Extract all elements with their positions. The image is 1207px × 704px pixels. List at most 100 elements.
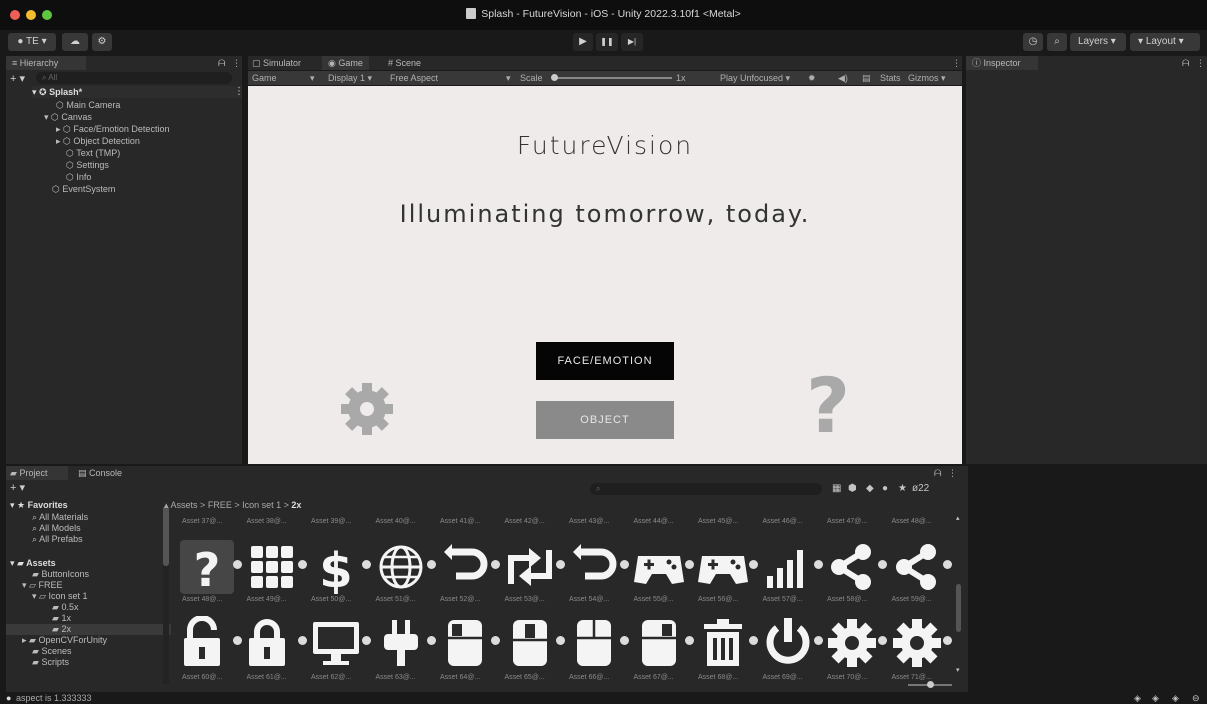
- face-emotion-button[interactable]: FACE/EMOTION: [536, 342, 674, 380]
- favorites-header[interactable]: ▾ ★ Favorites: [10, 500, 68, 511]
- account-dropdown[interactable]: ● TE ▾: [8, 33, 56, 51]
- history-button[interactable]: ◷: [1023, 33, 1043, 51]
- asset-row1-label[interactable]: Asset 50@...: [311, 596, 351, 603]
- share-icon[interactable]: [825, 540, 887, 594]
- asset-expand-arrow-icon[interactable]: [749, 636, 758, 645]
- lock-icon[interactable]: ᗩ: [218, 56, 225, 70]
- asset-row2-label[interactable]: Asset 68@...: [698, 674, 738, 681]
- asset-row0-label[interactable]: Asset 42@...: [505, 518, 545, 525]
- game-view-dropdown-arrow[interactable]: ▾: [310, 71, 315, 85]
- hierarchy-item-face-emotion[interactable]: ▸ ⬡ Face/Emotion Detection: [56, 123, 169, 135]
- asset-row1-label[interactable]: Asset 56@...: [698, 596, 738, 603]
- asset-expand-arrow-icon[interactable]: [620, 560, 629, 569]
- asset-row2-label[interactable]: Asset 69@...: [763, 674, 803, 681]
- folder-scenes[interactable]: ▰ Scenes: [32, 646, 71, 657]
- undo-icon[interactable]: [438, 540, 500, 594]
- object-button[interactable]: OBJECT: [536, 401, 674, 439]
- asset-row1-label[interactable]: Asset 59@...: [892, 596, 932, 603]
- tab-project[interactable]: ▰ Project: [6, 466, 68, 480]
- audio-mute-icon[interactable]: ◀︎): [838, 71, 848, 85]
- scene-splash[interactable]: ▾ ✪ Splash*: [32, 86, 242, 98]
- asset-row2-label[interactable]: Asset 65@...: [505, 674, 545, 681]
- breadcrumb-free[interactable]: FREE: [208, 500, 232, 510]
- network-icon[interactable]: ◈: [1152, 692, 1159, 704]
- project-search-input[interactable]: ⌕: [590, 483, 822, 495]
- auto-generate-lighting-icon[interactable]: ◈: [1134, 692, 1141, 704]
- asset-row0-label[interactable]: Asset 40@...: [376, 518, 416, 525]
- folder-buttonicons[interactable]: ▰ ButtonIcons: [32, 569, 89, 580]
- tab-game[interactable]: ◉ Game: [322, 56, 369, 70]
- asset-row2-label[interactable]: Asset 64@...: [440, 674, 480, 681]
- folder-0-5x[interactable]: ▰ 0.5x: [52, 602, 78, 613]
- hierarchy-item-eventsystem[interactable]: ⬡ EventSystem: [52, 183, 115, 195]
- hierarchy-item-text-tmp[interactable]: ⬡ Text (TMP): [66, 147, 120, 159]
- asset-row1-label[interactable]: Asset 51@...: [376, 596, 416, 603]
- play-mode-dropdown[interactable]: Play Unfocused ▾: [720, 71, 790, 85]
- aspect-dropdown-arrow[interactable]: ▾: [506, 71, 511, 85]
- favorite-all-models[interactable]: ⌕ All Models: [32, 523, 81, 534]
- asset-expand-arrow-icon[interactable]: [878, 636, 887, 645]
- asset-row0-label[interactable]: Asset 41@...: [440, 518, 480, 525]
- asset-row1-label[interactable]: Asset 49@...: [247, 596, 287, 603]
- asset-row2-label[interactable]: Asset 60@...: [182, 674, 222, 681]
- sidebar-scrollbar[interactable]: [163, 506, 169, 566]
- breadcrumb-2x[interactable]: 2x: [291, 500, 301, 510]
- icon-size-slider-handle[interactable]: [927, 681, 934, 688]
- asset-row0-label[interactable]: Asset 45@...: [698, 518, 738, 525]
- asset-row0-label[interactable]: Asset 37@...: [182, 518, 222, 525]
- step-button[interactable]: ▶|: [621, 33, 643, 51]
- asset-expand-arrow-icon[interactable]: [942, 560, 952, 569]
- folder-2x[interactable]: ▰ 2x: [6, 624, 171, 635]
- asset-row0-label[interactable]: Asset 38@...: [247, 518, 287, 525]
- asset-expand-arrow-icon[interactable]: [297, 636, 307, 645]
- game-view-dropdown[interactable]: Game: [252, 71, 277, 85]
- asset-expand-arrow-icon[interactable]: [878, 560, 887, 569]
- hierarchy-item-info[interactable]: ⬡ Info: [66, 171, 91, 183]
- asset-expand-arrow-icon[interactable]: [362, 636, 371, 645]
- tab-hierarchy[interactable]: ≡ Hierarchy: [6, 56, 86, 70]
- kebab-menu-icon[interactable]: ⋮: [952, 56, 961, 70]
- mouse-middle-icon[interactable]: [503, 616, 565, 670]
- hierarchy-item-settings[interactable]: ⬡ Settings: [66, 159, 109, 171]
- collab-settings-button[interactable]: ⚙: [92, 33, 112, 51]
- question-icon[interactable]: ?: [180, 540, 242, 597]
- asset-expand-arrow-icon[interactable]: [942, 636, 952, 645]
- hierarchy-item-canvas[interactable]: ▾ ⬡ Canvas: [44, 111, 92, 123]
- folder-icon-set-1[interactable]: ▾ ▱ Icon set 1: [32, 591, 88, 602]
- debug-icon[interactable]: ◈: [1172, 692, 1179, 704]
- tab-simulator[interactable]: ▢ Simulator: [252, 56, 301, 70]
- favorite-all-materials[interactable]: ⌕ All Materials: [32, 512, 88, 523]
- scale-slider[interactable]: [554, 77, 672, 79]
- hierarchy-search-input[interactable]: ⌕ All: [36, 72, 232, 84]
- scene-kebab-icon[interactable]: ⋮: [234, 86, 244, 97]
- unlocked-icon[interactable]: [180, 615, 242, 670]
- info-icon[interactable]: ●: [882, 483, 888, 494]
- grid-scroll-down-icon[interactable]: ▾: [956, 666, 960, 674]
- asset-expand-arrow-icon[interactable]: [555, 560, 565, 569]
- asset-expand-arrow-icon[interactable]: [684, 636, 694, 645]
- frame-debugger-icon[interactable]: ▤: [862, 71, 871, 85]
- grid-scrollbar[interactable]: [956, 584, 961, 632]
- locked-icon[interactable]: [245, 616, 307, 670]
- asset-row2-label[interactable]: Asset 63@...: [376, 674, 416, 681]
- cloud-button[interactable]: ☁: [62, 33, 88, 51]
- display-dropdown[interactable]: Display 1 ▾: [328, 71, 372, 85]
- sidebar-scrollbar-bottom[interactable]: [163, 566, 169, 684]
- asset-expand-arrow-icon[interactable]: [297, 560, 307, 569]
- lock-icon[interactable]: ᗩ: [934, 466, 941, 480]
- gamepad-icon[interactable]: [632, 540, 694, 594]
- search-button[interactable]: ⌕: [1047, 33, 1067, 51]
- asset-row0-label[interactable]: Asset 43@...: [569, 518, 609, 525]
- asset-row2-label[interactable]: Asset 66@...: [569, 674, 609, 681]
- hierarchy-item-main-camera[interactable]: ⬡ Main Camera: [56, 99, 120, 111]
- asset-expand-arrow-icon[interactable]: [426, 560, 436, 569]
- asset-row0-label[interactable]: Asset 48@...: [892, 518, 932, 525]
- signal-bars-icon[interactable]: [761, 540, 823, 594]
- help-icon[interactable]: ⊖: [1192, 692, 1200, 704]
- favorite-star-icon[interactable]: ★: [898, 483, 907, 494]
- folder-1x[interactable]: ▰ 1x: [52, 613, 71, 624]
- asset-row1-label[interactable]: Asset 48@...: [182, 596, 222, 603]
- asset-expand-arrow-icon[interactable]: [362, 560, 371, 569]
- filter-type-icon[interactable]: ▦: [832, 483, 841, 494]
- asset-row2-label[interactable]: Asset 67@...: [634, 674, 674, 681]
